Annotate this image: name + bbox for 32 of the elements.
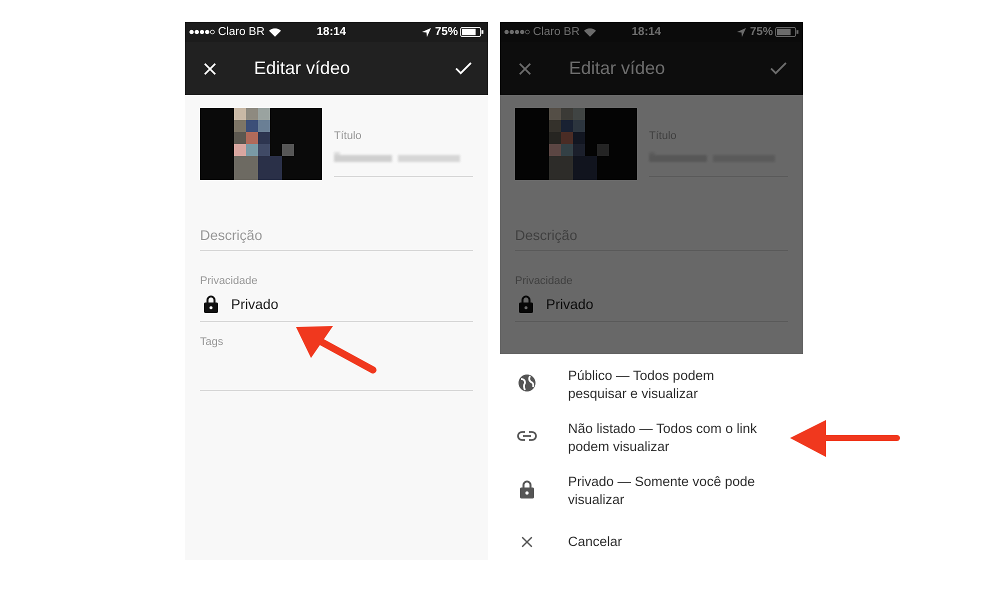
- toolbar-title: Editar vídeo: [254, 58, 350, 79]
- wifi-icon: [584, 28, 596, 36]
- menu-option[interactable]: Não listado — Todos com o link podem visualizar: [500, 420, 803, 473]
- globe-icon: [517, 373, 537, 393]
- close-icon: [519, 534, 535, 550]
- carrier-name: Claro BR: [218, 26, 265, 38]
- lock-icon: [204, 295, 218, 313]
- wifi-icon: [268, 28, 281, 36]
- signal-icon: [189, 29, 215, 35]
- menu-option[interactable]: Público — Todos podem pesquisar e visualizar: [500, 367, 803, 420]
- check-icon[interactable]: [770, 62, 787, 75]
- field-label: Privacidade: [200, 275, 258, 287]
- check-icon[interactable]: [455, 62, 472, 75]
- carrier-name: Claro BR: [533, 26, 580, 38]
- menu-option[interactable]: Privado — Somente você pode visualizar: [500, 473, 803, 526]
- lock-icon: [517, 479, 537, 499]
- signal-icon: [504, 29, 530, 35]
- battery-percent: 75%: [750, 26, 773, 38]
- location-icon: [422, 28, 431, 36]
- menu-option[interactable]: Cancelar: [500, 529, 803, 555]
- close-icon[interactable]: [203, 62, 217, 76]
- toolbar-title: Editar vídeo: [569, 58, 666, 79]
- privacy-selector[interactable]: Privado: [200, 287, 473, 322]
- clock-time: 18:14: [632, 26, 662, 38]
- battery-percent: 75%: [434, 26, 458, 38]
- field-label: Título: [334, 130, 362, 142]
- location-icon: [736, 28, 746, 36]
- clock-time: 18:14: [316, 26, 346, 38]
- battery-icon: [775, 27, 799, 37]
- battery-icon: [460, 27, 484, 37]
- lock-icon: [519, 295, 533, 313]
- field-label: Tags: [200, 336, 224, 348]
